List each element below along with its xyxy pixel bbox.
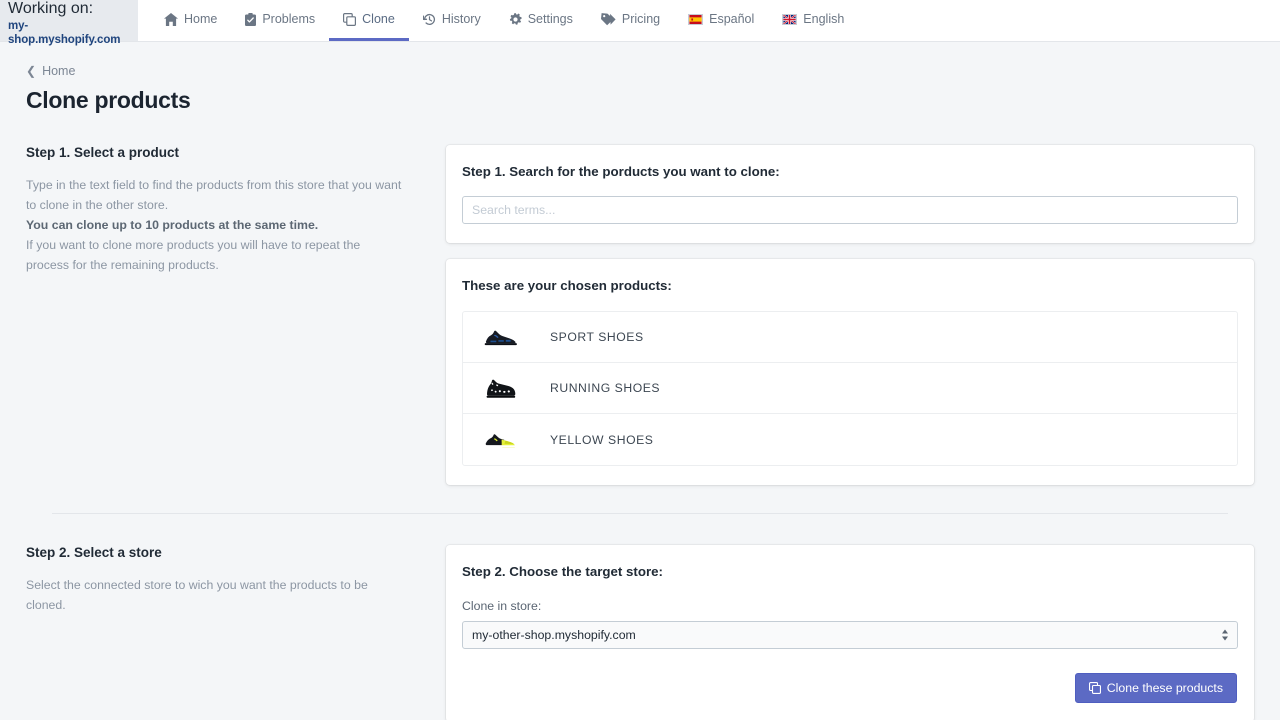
flag-spain-icon [688, 13, 704, 25]
home-icon [164, 12, 178, 26]
search-input[interactable] [462, 196, 1238, 224]
nav-item-clone[interactable]: Clone [329, 0, 409, 41]
section-divider [52, 513, 1228, 514]
gear-icon [509, 12, 522, 26]
nav-item-history[interactable]: History [409, 0, 495, 41]
step-1-aside-text-bold: You can clone up to 10 products at the s… [26, 218, 319, 233]
step-2-aside-text: Select the connected store to wich you w… [26, 578, 368, 613]
target-store-card-title: Step 2. Choose the target store: [462, 564, 663, 579]
nav-item-home[interactable]: Home [150, 0, 231, 41]
nav-item-problems-label: Problems [262, 12, 316, 26]
nav-item-history-label: History [441, 12, 481, 26]
clone-products-button[interactable]: Clone these products [1074, 673, 1237, 703]
search-card: Step 1. Search for the porducts you want… [446, 145, 1254, 243]
step-1-aside-text-line1: Type in the text field to find the produ… [26, 178, 402, 213]
breadcrumb-label: Home [42, 64, 76, 78]
nav-item-clone-label: Clone [362, 12, 395, 26]
store-select-value: my-other-shop.myshopify.com [472, 628, 636, 642]
page-title: Clone products [26, 87, 191, 113]
top-navigation-bar: Working on: my-shop.myshopify.com Home P… [0, 0, 1280, 46]
store-select-label: Clone in store: [462, 599, 542, 613]
nav-item-settings[interactable]: Settings [495, 0, 587, 41]
chevron-left-icon: ❮ [26, 64, 37, 78]
breadcrumb[interactable]: ❮ Home [26, 64, 75, 78]
page-content: ❮ Home Clone products Step 1. Select a p… [0, 42, 1280, 720]
product-row[interactable]: YELLOW SHOES [463, 414, 1237, 465]
clipboard-check-icon [245, 12, 257, 26]
chosen-products-list: SPORT SHOES RUNNING SHOES YELLOW SHOES [462, 311, 1238, 466]
product-name: YELLOW SHOES [550, 432, 654, 447]
history-icon [422, 13, 436, 26]
nav-items: Home Problems Clone History Settings Pri… [138, 0, 858, 41]
search-card-title: Step 1. Search for the porducts you want… [462, 164, 780, 179]
copy-icon [343, 12, 357, 26]
step-1-aside-text-line2: If you want to clone more products you w… [26, 238, 361, 273]
product-name: SPORT SHOES [550, 330, 644, 344]
product-row[interactable]: SPORT SHOES [463, 312, 1237, 363]
nav-item-home-label: Home [184, 12, 218, 26]
working-on-badge: Working on: my-shop.myshopify.com [0, 0, 138, 46]
store-select-wrapper: my-other-shop.myshopify.com [462, 621, 1238, 649]
nav-item-pricing-label: Pricing [621, 12, 661, 26]
product-name: RUNNING SHOES [550, 381, 661, 395]
store-select[interactable]: my-other-shop.myshopify.com [462, 621, 1238, 649]
nav-item-settings-label: Settings [527, 12, 573, 26]
step-1-aside-title: Step 1. Select a product [26, 145, 180, 160]
nav-item-english[interactable]: English [768, 0, 858, 41]
submit-row: Clone these products [462, 673, 1238, 703]
step-1-aside: Step 1. Select a product Type in the tex… [26, 145, 446, 485]
step-1-main: Step 1. Search for the porducts you want… [446, 145, 1254, 485]
step-2-section: Step 2. Select a store Select the connec… [26, 545, 1254, 720]
working-on-label: Working on: [8, 0, 94, 17]
step-2-main: Step 2. Choose the target store: Clone i… [446, 545, 1254, 720]
step-1-aside-text: Type in the text field to find the produ… [26, 175, 406, 275]
working-on-shop-domain: my-shop.myshopify.com [8, 19, 121, 46]
target-store-card: Step 2. Choose the target store: Clone i… [446, 545, 1254, 720]
nav-item-espanol[interactable]: Español [674, 0, 768, 41]
chosen-products-card: These are your chosen products: SPORT SH… [446, 259, 1254, 485]
chosen-products-title: These are your chosen products: [462, 278, 672, 293]
step-2-aside-title: Step 2. Select a store [26, 545, 162, 560]
nav-item-problems[interactable]: Problems [231, 0, 329, 41]
flag-uk-icon [782, 13, 798, 25]
copy-icon [1088, 682, 1101, 694]
step-1-section: Step 1. Select a product Type in the tex… [26, 145, 1254, 485]
step-2-aside: Step 2. Select a store Select the connec… [26, 545, 446, 720]
nav-item-pricing[interactable]: Pricing [587, 0, 674, 41]
sneaker-black-white-icon [481, 373, 519, 403]
tag-icon [600, 12, 616, 26]
clone-products-button-label: Clone these products [1106, 681, 1223, 695]
sneaker-yellow-icon [481, 425, 519, 455]
product-row[interactable]: RUNNING SHOES [463, 363, 1237, 414]
sneaker-navy-icon [481, 322, 519, 352]
nav-item-espanol-label: Español [709, 12, 755, 26]
nav-item-english-label: English [803, 12, 845, 26]
